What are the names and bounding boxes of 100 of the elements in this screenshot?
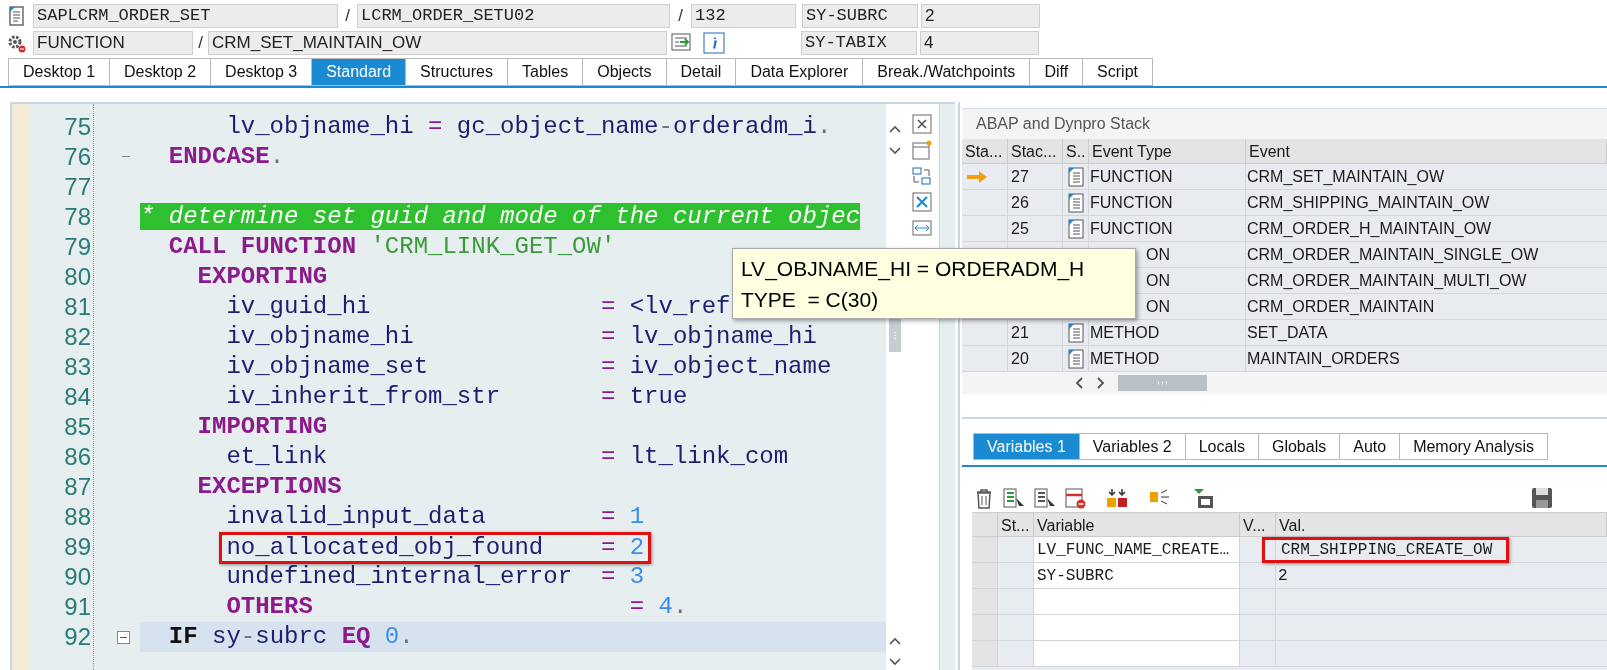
code-line: iv_objname_hi = lv_objname_hi	[225, 322, 817, 352]
document-icon[interactable]	[1066, 218, 1085, 239]
resize-horizontal-icon[interactable]	[911, 218, 932, 238]
table-cell: CRM_SHIPPING_CREATE_OW	[1262, 536, 1510, 563]
info-icon[interactable]	[703, 32, 725, 54]
line-number: 90	[63, 562, 92, 592]
column-header[interactable]: St...	[998, 513, 1034, 536]
scroll-up-icon[interactable]	[888, 636, 902, 646]
system-field-name: SY-SUBRC	[802, 4, 918, 28]
tab[interactable]: Desktop 3	[210, 58, 313, 86]
system-field-value: 2	[921, 4, 1040, 28]
delete-icon[interactable]	[974, 488, 994, 509]
separator-slash: /	[344, 5, 351, 28]
code-line: lv_objname_hi = gc_object_name-orderadm_i.	[225, 112, 832, 142]
event-type-field: FUNCTION	[33, 31, 193, 55]
merge-icon[interactable]	[1106, 488, 1130, 509]
tab[interactable]: Desktop 1	[8, 58, 111, 86]
tab[interactable]: Variables 2	[1078, 433, 1186, 460]
code-line: EXPORTING	[196, 262, 328, 292]
tab[interactable]: Standard	[311, 58, 407, 86]
scroll-left-icon[interactable]	[1074, 376, 1084, 390]
line-number: 77	[63, 172, 92, 202]
collapse-icon[interactable]	[117, 630, 130, 644]
table-cell: 25	[1008, 216, 1063, 241]
remove-row-icon[interactable]	[1065, 488, 1087, 509]
line-number: 87	[63, 472, 92, 502]
tooltip-text: LV_OBJNAME_HI = ORDERADM_H	[741, 256, 1085, 283]
line-number: 85	[63, 412, 92, 442]
tab[interactable]: Memory Analysis	[1399, 433, 1549, 460]
list-icon[interactable]	[1003, 488, 1025, 509]
list-icon[interactable]	[1034, 488, 1056, 509]
event-field: CRM_SET_MAINTAIN_OW	[208, 31, 667, 55]
column-header[interactable]: Variable	[1034, 513, 1240, 536]
tab[interactable]: Structures	[405, 58, 508, 86]
tab[interactable]: Objects	[582, 58, 667, 86]
document-icon[interactable]	[1066, 322, 1085, 343]
line-number: 80	[63, 262, 92, 292]
column-header[interactable]: Stac...	[1008, 139, 1063, 163]
tooltip-text: TYPE = C(30)	[741, 287, 879, 313]
tab[interactable]: Globals	[1257, 433, 1341, 460]
line-number: 78	[63, 202, 92, 232]
tab[interactable]: Diff	[1029, 58, 1084, 86]
line-number: 82	[63, 322, 92, 352]
scroll-down-icon[interactable]	[888, 146, 902, 156]
scroll-up-icon[interactable]	[888, 124, 902, 134]
line-number: 86	[63, 442, 92, 472]
code-line: iv_inherit_from_str = true	[225, 382, 688, 412]
scroll-thumb[interactable]	[1118, 375, 1207, 391]
document-icon[interactable]	[1066, 192, 1085, 213]
code-line: ENDCASE.	[167, 142, 285, 172]
swap-icon[interactable]	[911, 166, 932, 186]
column-header[interactable]: V...	[1240, 513, 1276, 536]
code-line: IMPORTING	[196, 412, 328, 442]
scroll-down-icon[interactable]	[888, 657, 902, 667]
tab[interactable]: Locals	[1184, 433, 1259, 460]
separator-slash: /	[677, 5, 684, 28]
table-cell-text: SET_DATA	[1246, 323, 1329, 343]
table-cell: FUNCTION	[1089, 164, 1246, 189]
tab[interactable]: Script	[1082, 58, 1153, 86]
column-header[interactable]: Sta...	[962, 139, 1008, 163]
line-number: 84	[63, 382, 92, 412]
step-icon[interactable]	[671, 33, 693, 53]
save-icon[interactable]	[1531, 487, 1553, 509]
tab[interactable]: Detail	[665, 58, 737, 86]
code-comment: * determine set guid and mode of the current objec	[140, 202, 861, 232]
table-cell-text: CRM_ORDER_MAINTAIN_SINGLE_OW	[1246, 245, 1540, 265]
column-header[interactable]: Val.	[1276, 513, 1607, 536]
table-cell-text: CRM_ORDER_MAINTAIN	[1246, 297, 1436, 317]
tab[interactable]: Desktop 2	[109, 58, 212, 86]
column-header[interactable]: Event	[1246, 139, 1607, 163]
tab[interactable]: Data Explorer	[735, 58, 864, 86]
tab[interactable]: Variables 1	[973, 433, 1080, 460]
line-number: 91	[63, 592, 92, 622]
table-cell: METHOD	[1089, 320, 1246, 345]
table-cell: FUNCTION	[1089, 190, 1246, 215]
line-number: 75	[63, 112, 92, 142]
line-number: 89	[63, 532, 92, 562]
tab[interactable]: Break./Watchpoints	[862, 58, 1031, 86]
line-number-field: 132	[691, 4, 796, 28]
document-icon[interactable]	[1066, 166, 1085, 187]
close-icon[interactable]	[911, 114, 932, 134]
table-cell-text: MAINTAIN_ORDERS	[1246, 349, 1401, 369]
document-icon[interactable]	[6, 5, 26, 27]
table-cell: SY-SUBRC	[1034, 563, 1240, 588]
scroll-thumb[interactable]	[889, 318, 901, 352]
filter-icon[interactable]	[1192, 488, 1216, 509]
tab[interactable]: Auto	[1339, 433, 1401, 460]
table-cell-text: CRM_ORDER_MAINTAIN_MULTI_OW	[1246, 271, 1528, 291]
code-line: et_link = lt_link_com	[225, 442, 789, 472]
document-icon[interactable]	[1066, 348, 1085, 369]
fit-icon[interactable]	[911, 192, 932, 212]
table-cell: 21	[1008, 320, 1063, 345]
column-header[interactable]: Event Type	[1089, 139, 1246, 163]
column-header[interactable]: S..	[1063, 139, 1089, 163]
tab[interactable]: Tables	[507, 58, 584, 86]
new-window-icon[interactable]	[911, 140, 932, 160]
code-line: invalid_input_data = 1	[225, 502, 645, 532]
table-cell: METHOD	[1089, 346, 1246, 371]
table-cell-text: CRM_SET_MAINTAIN_OW	[1246, 167, 1446, 187]
scroll-right-icon[interactable]	[1096, 376, 1106, 390]
